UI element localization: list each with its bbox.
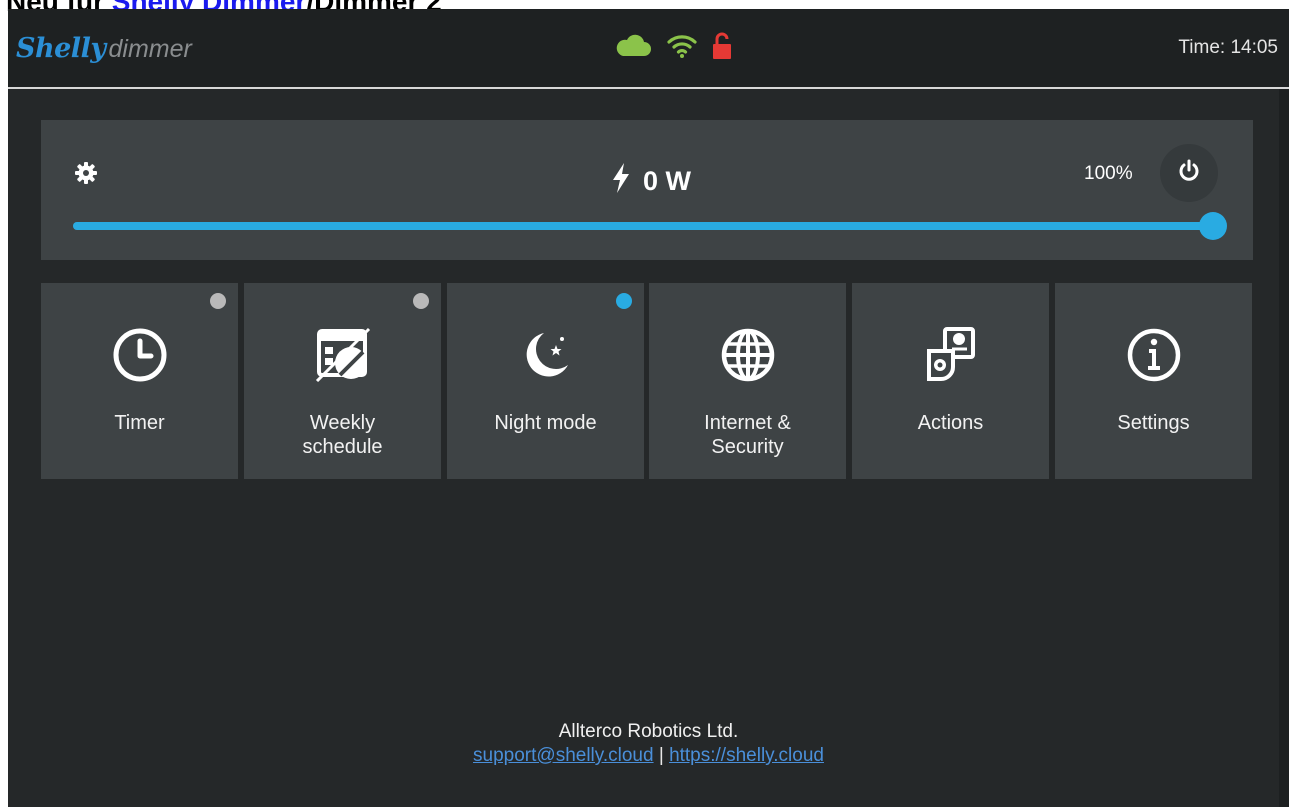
tile-night-mode[interactable]: Night mode <box>447 283 644 479</box>
footer-links: support@shelly.cloud | https://shelly.cl… <box>8 744 1289 768</box>
status-dot <box>413 293 429 309</box>
globe-icon <box>718 325 778 385</box>
logo-model: dimmer <box>108 35 192 63</box>
logo-brand: Shelly <box>16 33 106 64</box>
moon-icon <box>516 325 576 385</box>
wifi-icon <box>666 33 698 64</box>
gear-icon[interactable] <box>75 162 97 189</box>
info-icon <box>1124 325 1184 385</box>
status-icons <box>614 32 732 65</box>
power-readout: 0 W <box>611 162 692 200</box>
power-button[interactable] <box>1160 144 1218 202</box>
power-icon <box>1177 159 1201 188</box>
brightness-slider[interactable] <box>73 212 1227 240</box>
tile-label: Timer <box>114 412 165 434</box>
tile-settings[interactable]: Settings <box>1055 283 1252 479</box>
status-dot <box>210 293 226 309</box>
lightning-icon <box>611 162 631 200</box>
device-web-ui: Shelly dimmer Time: 14:05 0 W 100% Timer… <box>8 9 1289 807</box>
slider-thumb[interactable] <box>1199 212 1227 240</box>
power-value: 0 W <box>643 165 692 196</box>
tile-label: Settings <box>1117 412 1190 434</box>
support-email-link[interactable]: support@shelly.cloud <box>473 745 654 766</box>
tile-label: Actions <box>917 412 984 434</box>
header: Shelly dimmer Time: 14:05 <box>8 9 1289 89</box>
actions-icon <box>921 325 981 385</box>
clock-icon <box>110 325 170 385</box>
company-name: Allterco Robotics Ltd. <box>558 721 739 742</box>
brightness-value: 100% <box>1084 163 1133 184</box>
tile-timer[interactable]: Timer <box>41 283 238 479</box>
tile-internet-security[interactable]: Internet & Security <box>649 283 846 479</box>
link-separator: | <box>653 745 670 766</box>
time-display: Time: 14:05 <box>1178 37 1278 58</box>
dimmer-control: 0 W 100% <box>41 120 1253 260</box>
tile-actions[interactable]: Actions <box>852 283 1049 479</box>
slider-fill <box>73 222 1213 230</box>
tile-label: Internet & Security <box>704 412 791 458</box>
tile-label: Night mode <box>494 412 597 434</box>
schedule-icon <box>313 325 373 385</box>
website-link[interactable]: https://shelly.cloud <box>669 745 824 766</box>
status-dot-active <box>616 293 632 309</box>
tile-weekly-schedule[interactable]: Weekly schedule <box>244 283 441 479</box>
scrollbar-track[interactable] <box>1279 89 1289 807</box>
lock-open-icon <box>712 32 732 65</box>
footer: Allterco Robotics Ltd. support@shelly.cl… <box>8 720 1289 768</box>
tile-label: Weekly schedule <box>302 412 383 458</box>
cloud-icon <box>614 34 652 63</box>
feature-tiles: Timer Weekly schedule Night mode Interne… <box>41 283 1253 481</box>
logo: Shelly dimmer <box>16 33 192 65</box>
